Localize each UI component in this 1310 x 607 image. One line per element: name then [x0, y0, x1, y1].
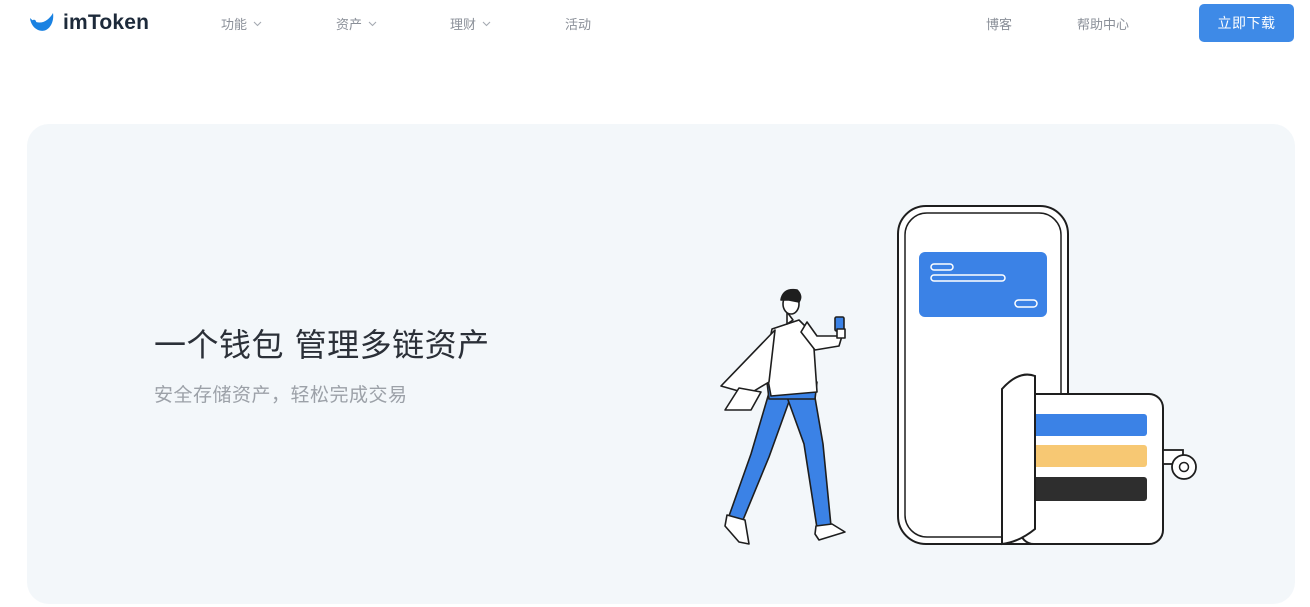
imtoken-logo-icon	[28, 12, 55, 34]
nav-item-blog[interactable]: 博客	[986, 13, 1012, 33]
wallet-graphic	[1001, 373, 1197, 546]
nav-item-finance[interactable]: 理财	[450, 13, 492, 33]
nav-item-label: 资产	[336, 17, 363, 33]
logo[interactable]: imToken	[28, 9, 149, 37]
chevron-down-icon	[481, 18, 492, 29]
nav-item-label: 帮助中心	[1077, 17, 1130, 33]
nav-item-features[interactable]: 功能	[221, 13, 263, 33]
nav-item-label: 博客	[986, 17, 1013, 33]
logo-text: imToken	[63, 11, 150, 34]
wallet-illustration	[720, 205, 1197, 546]
chevron-down-icon	[252, 18, 263, 29]
download-button[interactable]: 立即下载	[1199, 4, 1294, 42]
nav-item-events[interactable]: 活动	[565, 13, 591, 33]
chevron-down-icon	[367, 18, 378, 29]
nav-item-label: 理财	[450, 17, 477, 33]
nav-item-help-center[interactable]: 帮助中心	[1077, 13, 1129, 33]
hero-section: 一个钱包 管理多链资产 安全存储资产，轻松完成交易	[27, 124, 1295, 604]
nav-item-assets[interactable]: 资产	[336, 13, 378, 33]
top-navigation: imToken 功能 资产 理财 活动 博客 帮助中心 立即下载	[0, 0, 1310, 46]
person-graphic	[720, 288, 846, 545]
nav-item-label: 功能	[221, 17, 248, 33]
nav-item-label: 活动	[565, 17, 592, 33]
